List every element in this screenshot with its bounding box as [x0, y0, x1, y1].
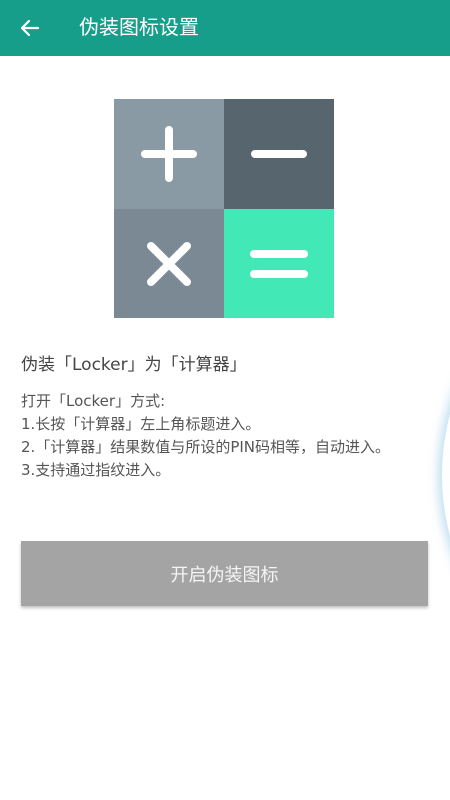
app-bar: 伪装图标设置 — [0, 0, 450, 56]
disguise-icon-settings-screen: 伪装图标设置 伪装「Locker」为「计算器」 打开「Locker」方式: 1.… — [0, 0, 450, 800]
enable-disguise-button[interactable]: 开启伪装图标 — [21, 541, 428, 606]
edge-decoration — [442, 240, 450, 710]
minus-tile — [224, 99, 334, 209]
plus-tile — [114, 99, 224, 209]
back-button[interactable] — [10, 8, 50, 48]
arrow-left-icon — [20, 19, 40, 37]
minus-icon — [251, 150, 307, 158]
equals-tile — [224, 209, 334, 318]
instructions-intro: 打开「Locker」方式: — [21, 392, 166, 410]
multiply-tile — [114, 209, 224, 318]
plus-icon — [141, 126, 197, 182]
instruction-step: 3.支持通过指纹进入。 — [21, 461, 171, 479]
instruction-step: 2.「计算器」结果数值与所设的PIN码相等，自动进入。 — [21, 438, 391, 456]
multiply-icon — [147, 241, 191, 286]
instructions: 打开「Locker」方式: 1.长按「计算器」左上角标题进入。 2.「计算器」结… — [21, 390, 429, 482]
calculator-disguise-icon — [114, 99, 334, 318]
instruction-step: 1.长按「计算器」左上角标题进入。 — [21, 415, 261, 433]
page-title: 伪装图标设置 — [79, 15, 199, 39]
disguise-heading: 伪装「Locker」为「计算器」 — [21, 355, 247, 375]
equals-icon — [250, 249, 308, 278]
